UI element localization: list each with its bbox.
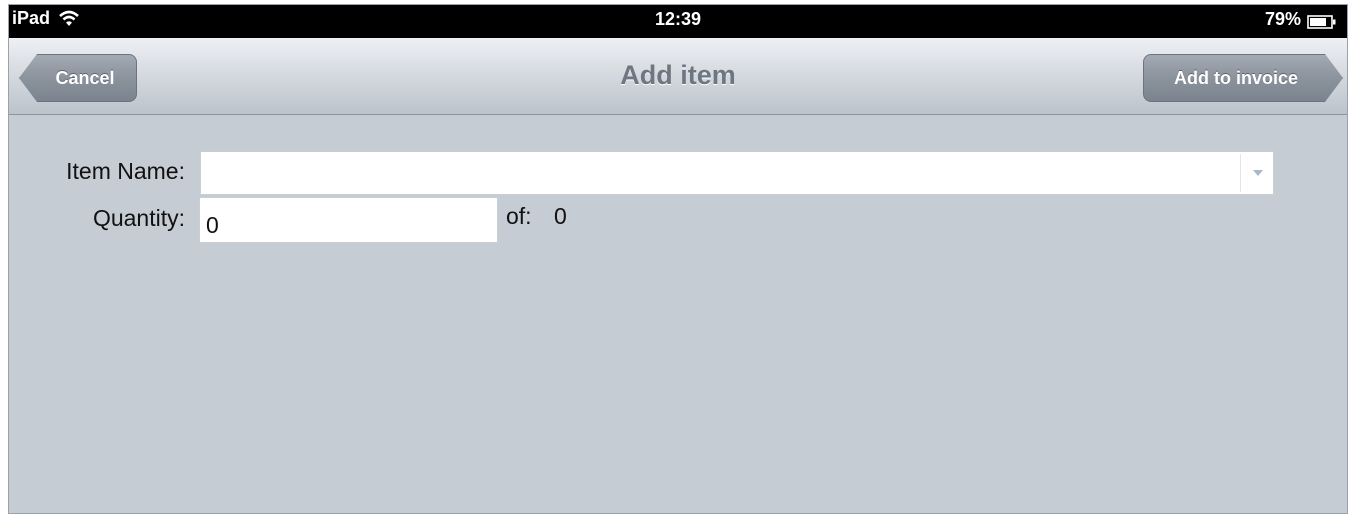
- battery-percent: 79%: [1264, 9, 1301, 29]
- item-name-combobox[interactable]: [200, 151, 1274, 195]
- of-total-value: 0: [554, 203, 567, 229]
- quantity-label: Quantity:: [92, 205, 185, 231]
- navigation-bar: Cancel Add item Add to invoice: [9, 38, 1347, 115]
- quantity-input[interactable]: 0: [199, 197, 498, 243]
- chevron-down-icon[interactable]: [1253, 170, 1263, 176]
- item-name-label: Item Name:: [66, 158, 185, 184]
- of-label: of:: [506, 203, 532, 229]
- status-bar: iPad 12:39 79%: [9, 5, 1347, 38]
- status-time: 12:39: [654, 9, 702, 29]
- app-screen: iPad 12:39 79% Cancel Add item Add to in…: [8, 4, 1348, 514]
- status-right: 79%: [1265, 9, 1337, 30]
- dropdown-divider: [1240, 154, 1241, 192]
- add-to-invoice-label: Add to invoice: [1173, 67, 1298, 88]
- add-to-invoice-button[interactable]: Add to invoice: [1143, 54, 1343, 102]
- battery-icon: [1307, 13, 1337, 29]
